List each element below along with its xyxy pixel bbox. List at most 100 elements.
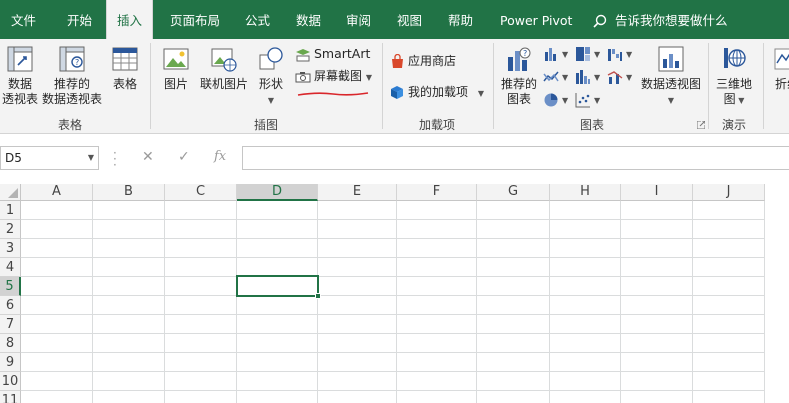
chevron-down-icon[interactable]: ▼: [88, 147, 94, 169]
cell-c11[interactable]: [165, 391, 237, 403]
cell-i1[interactable]: [621, 201, 693, 220]
row-header-4[interactable]: 4: [0, 258, 21, 277]
cell-f11[interactable]: [397, 391, 477, 403]
row-header-9[interactable]: 9: [0, 353, 21, 372]
cell-a10[interactable]: [21, 372, 93, 391]
name-box[interactable]: D5 ▼: [0, 146, 99, 170]
cell-b1[interactable]: [93, 201, 165, 220]
row-header-3[interactable]: 3: [0, 239, 21, 258]
cell-e2[interactable]: [318, 220, 397, 239]
cell-i6[interactable]: [621, 296, 693, 315]
pivot-table-button[interactable]: 数据 透视表: [2, 43, 38, 107]
column-header-h[interactable]: H: [550, 184, 621, 201]
cell-i3[interactable]: [621, 239, 693, 258]
cell-j7[interactable]: [693, 315, 765, 334]
row-header-1[interactable]: 1: [0, 201, 21, 220]
cell-d9[interactable]: [237, 353, 318, 372]
cell-j11[interactable]: [693, 391, 765, 403]
cell-e10[interactable]: [318, 372, 397, 391]
cell-b2[interactable]: [93, 220, 165, 239]
scatter-chart-button[interactable]: ▼: [575, 89, 600, 109]
cell-i8[interactable]: [621, 334, 693, 353]
dialog-launcher-icon[interactable]: [697, 121, 705, 129]
cell-b11[interactable]: [93, 391, 165, 403]
cell-f5[interactable]: [397, 277, 477, 296]
cell-f7[interactable]: [397, 315, 477, 334]
cell-g3[interactable]: [477, 239, 550, 258]
smartart-button[interactable]: SmartArt: [295, 44, 370, 64]
tab-file[interactable]: 文件: [9, 0, 38, 39]
tab-page-layout[interactable]: 页面布局: [168, 0, 222, 39]
cell-f6[interactable]: [397, 296, 477, 315]
row-header-10[interactable]: 10: [0, 372, 21, 391]
cell-h5[interactable]: [550, 277, 621, 296]
cell-h11[interactable]: [550, 391, 621, 403]
cell-a3[interactable]: [21, 239, 93, 258]
tab-help[interactable]: 帮助: [446, 0, 475, 39]
cell-c4[interactable]: [165, 258, 237, 277]
cell-h3[interactable]: [550, 239, 621, 258]
waterfall-chart-button[interactable]: ▼: [607, 43, 632, 63]
cell-b5[interactable]: [93, 277, 165, 296]
pictures-button[interactable]: 图片: [158, 43, 194, 92]
cell-i7[interactable]: [621, 315, 693, 334]
cell-f4[interactable]: [397, 258, 477, 277]
cell-f3[interactable]: [397, 239, 477, 258]
cell-e6[interactable]: [318, 296, 397, 315]
cell-f9[interactable]: [397, 353, 477, 372]
tab-view[interactable]: 视图: [395, 0, 424, 39]
cell-b7[interactable]: [93, 315, 165, 334]
column-chart-button[interactable]: ▼: [543, 43, 568, 63]
cell-i5[interactable]: [621, 277, 693, 296]
3d-map-button[interactable]: 三维地 图 ▼: [713, 43, 755, 108]
formula-bar-grip-icon[interactable]: · · ·: [113, 147, 117, 171]
cell-h10[interactable]: [550, 372, 621, 391]
cell-h9[interactable]: [550, 353, 621, 372]
cell-i9[interactable]: [621, 353, 693, 372]
tab-formulas[interactable]: 公式: [243, 0, 272, 39]
cell-g8[interactable]: [477, 334, 550, 353]
cell-b6[interactable]: [93, 296, 165, 315]
cell-g6[interactable]: [477, 296, 550, 315]
cell-h1[interactable]: [550, 201, 621, 220]
cell-d7[interactable]: [237, 315, 318, 334]
cell-c7[interactable]: [165, 315, 237, 334]
cell-b9[interactable]: [93, 353, 165, 372]
cell-d1[interactable]: [237, 201, 318, 220]
cell-b10[interactable]: [93, 372, 165, 391]
cell-a7[interactable]: [21, 315, 93, 334]
line-chart-button[interactable]: ▼: [543, 66, 568, 86]
cell-e9[interactable]: [318, 353, 397, 372]
sparkline-line-button[interactable]: 折线: [767, 43, 789, 92]
cell-b4[interactable]: [93, 258, 165, 277]
cell-a5[interactable]: [21, 277, 93, 296]
cell-g1[interactable]: [477, 201, 550, 220]
cell-e7[interactable]: [318, 315, 397, 334]
row-header-7[interactable]: 7: [0, 315, 21, 334]
tab-data[interactable]: 数据: [294, 0, 323, 39]
cell-e3[interactable]: [318, 239, 397, 258]
cell-d2[interactable]: [237, 220, 318, 239]
cell-g2[interactable]: [477, 220, 550, 239]
cell-j10[interactable]: [693, 372, 765, 391]
cell-h6[interactable]: [550, 296, 621, 315]
cell-c9[interactable]: [165, 353, 237, 372]
cell-e5[interactable]: [318, 277, 397, 296]
cell-a11[interactable]: [21, 391, 93, 403]
cell-i10[interactable]: [621, 372, 693, 391]
hierarchy-chart-button[interactable]: ▼: [575, 43, 600, 63]
store-button[interactable]: 应用商店: [390, 51, 456, 71]
column-header-e[interactable]: E: [318, 184, 397, 201]
fill-handle[interactable]: [315, 293, 321, 299]
cell-c3[interactable]: [165, 239, 237, 258]
cell-f1[interactable]: [397, 201, 477, 220]
column-header-f[interactable]: F: [397, 184, 477, 201]
cell-a4[interactable]: [21, 258, 93, 277]
cell-j2[interactable]: [693, 220, 765, 239]
insert-function-icon[interactable]: fx: [214, 149, 226, 164]
active-cell-selection[interactable]: [236, 275, 321, 299]
cell-g10[interactable]: [477, 372, 550, 391]
cell-g9[interactable]: [477, 353, 550, 372]
cell-h4[interactable]: [550, 258, 621, 277]
row-header-5[interactable]: 5: [0, 277, 21, 296]
